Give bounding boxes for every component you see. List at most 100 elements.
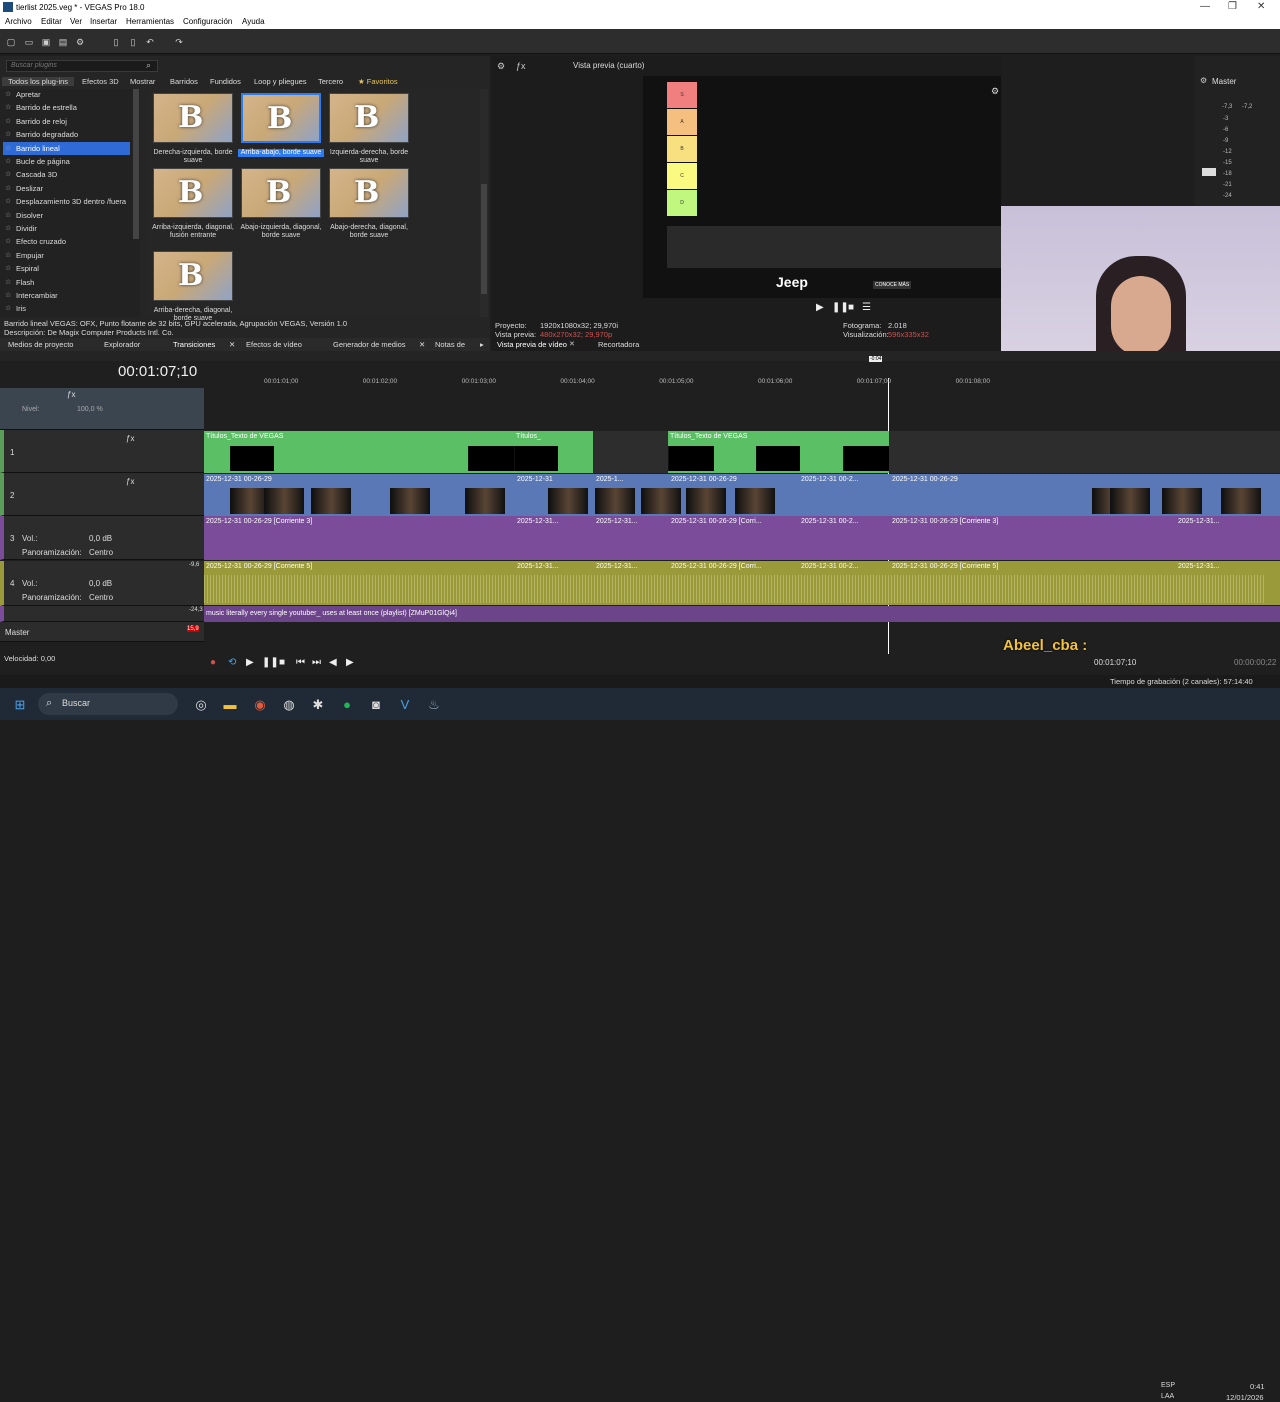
transition-preset-thumb[interactable]: B [241,93,321,143]
preview-quality-dropdown[interactable]: Vista previa (cuarto) [573,61,644,70]
plugin-item[interactable]: Flash [3,276,130,289]
transition-preset-thumb[interactable]: B [241,168,321,218]
tab-wipes[interactable]: Barridos [170,77,198,86]
plugin-item[interactable]: Apretar [3,88,130,101]
open-folder-icon[interactable]: ▭ [24,37,34,47]
video-clip-row[interactable]: 2025-12-31 00-26-29 2025-12-31 2025-1...… [204,474,1280,516]
spotify-icon[interactable]: ● [339,697,355,713]
tab-notes[interactable]: Notas de [435,340,465,349]
chrome-icon[interactable]: ◉ [252,697,268,713]
tab-favorites[interactable]: ★ Favoritos [358,77,398,86]
tab-trimmer[interactable]: Recortadora [598,340,639,349]
play-icon[interactable]: ▶ [246,657,254,668]
fx-icon[interactable]: ƒx [126,477,134,486]
maximize-button[interactable]: ❐ [1228,1,1237,12]
plugin-item[interactable]: Disolver [3,209,130,222]
tab-media-generator[interactable]: Generador de medios [333,340,406,349]
close-button[interactable]: ✕ [1257,1,1265,12]
fx-icon[interactable]: ƒx [126,434,134,443]
plugin-item[interactable]: Barrido lineal [3,141,130,155]
plugin-search-input[interactable]: Buscar plugins [6,60,158,72]
stop-icon[interactable]: ■ [279,657,285,668]
transition-preset-thumb[interactable]: B [153,93,233,143]
language-indicator[interactable]: ESP [1161,1382,1175,1389]
tab-transitions[interactable]: Transiciones [173,340,215,349]
menu-configuracion[interactable]: Configuración [183,17,232,26]
music-clip[interactable]: music literally every single youtuber_ u… [204,608,804,620]
plugin-item[interactable]: Bucle de página [3,155,130,168]
settings-icon[interactable]: ✱ [310,697,326,713]
windows-start-icon[interactable]: ⊞ [12,697,28,713]
tab-video-preview[interactable]: Vista previa de vídeo [497,340,567,349]
new-file-icon[interactable]: ▢ [6,37,16,47]
audio-clip-row-5[interactable]: 2025-12-31 00-26-29 [Corriente 5] 2025-1… [204,561,1280,605]
menu-lines-icon[interactable]: ☰ [862,302,871,313]
menu-insertar[interactable]: Insertar [90,17,117,26]
stop-button[interactable]: ■ [848,302,854,313]
app-icon[interactable]: ◎ [193,697,209,713]
tab-fades[interactable]: Fundidos [210,77,241,86]
discord-icon[interactable]: ◙ [368,697,384,713]
pause-button[interactable]: ❚❚ [832,302,849,313]
close-icon[interactable]: ✕ [569,340,575,348]
presets-scrollbar[interactable] [480,89,488,317]
preview-settings-icon[interactable]: ⚙ [497,61,505,72]
tab-scroll-right-icon[interactable]: ▸ [480,340,484,349]
plugin-item[interactable]: Cascada 3D [3,168,130,181]
play-button[interactable]: ▶ [816,302,824,313]
tab-3d-effects[interactable]: Efectos 3D [82,77,119,86]
save-icon[interactable]: ▣ [41,37,51,47]
menu-ayuda[interactable]: Ayuda [242,17,265,26]
redo-icon[interactable]: ↷ [174,37,184,47]
plugin-list-scrollbar[interactable] [133,89,139,239]
minimize-button[interactable]: — [1200,1,1210,12]
plugin-item[interactable]: Desplazamiento 3D dentro /fuera [3,195,130,208]
vegas-icon[interactable]: V [397,697,413,713]
plugin-item[interactable]: Espiral [3,262,130,275]
close-icon[interactable]: ✕ [229,340,235,349]
plugin-item[interactable]: Barrido de estrella [3,101,130,114]
plugin-item[interactable]: Intercambiar [3,289,130,302]
clock-date[interactable]: 12/01/2026 [1226,1393,1264,1402]
cut-icon[interactable]: ▯ [111,37,121,47]
clock-time[interactable]: 0:41 [1250,1382,1265,1391]
save-as-icon[interactable]: ▤ [58,37,68,47]
prev-frame-icon[interactable]: ◀ [329,657,337,668]
tab-video-effects[interactable]: Efectos de vídeo [246,340,302,349]
next-frame-icon[interactable]: ▶ [346,657,354,668]
plugin-item[interactable]: Empujar [3,249,130,262]
master-fader[interactable] [1202,168,1216,176]
tab-project-media[interactable]: Medios de proyecto [8,340,73,349]
plugin-item[interactable]: Barrido de reloj [3,115,130,128]
plugin-item[interactable]: Dividir [3,222,130,235]
tab-loops[interactable]: Loop y pliegues [254,77,307,86]
transition-preset-thumb[interactable]: B [329,93,409,143]
loop-icon[interactable]: ⟲ [228,657,236,668]
tab-third-party[interactable]: Tercero [318,77,343,86]
go-start-icon[interactable]: ⏮ [296,657,305,668]
search-icon[interactable]: ⌕ [146,60,151,71]
go-end-icon[interactable]: ⏭ [312,657,321,668]
record-icon[interactable]: ● [210,657,216,668]
menu-editar[interactable]: Editar [41,17,62,26]
file-explorer-icon[interactable]: ▬ [222,697,238,713]
tab-explorer[interactable]: Explorador [104,340,140,349]
preview-fx-icon[interactable]: ƒx [516,61,526,71]
menu-ver[interactable]: Ver [70,17,82,26]
steam-icon[interactable]: ♨ [426,697,442,713]
audio-clip-row-3[interactable]: 2025-12-31 00-26-29 [Corriente 3] 2025-1… [204,516,1280,560]
transition-preset-thumb[interactable]: B [153,168,233,218]
menu-archivo[interactable]: Archivo [5,17,32,26]
paste-icon[interactable]: ▯ [128,37,138,47]
taskbar-search[interactable]: Buscar [38,693,178,715]
tab-show[interactable]: Mostrar [130,77,155,86]
pause-icon[interactable]: ❚❚ [262,657,279,668]
title-clip[interactable]: Títulos_Texto de VEGAS [668,431,889,473]
plugin-item[interactable]: Deslizar [3,182,130,195]
close-icon[interactable]: ✕ [419,340,425,349]
master-gear-icon[interactable]: ⚙ [1200,76,1207,85]
plugin-item[interactable]: Efecto cruzado [3,235,130,248]
transition-preset-thumb[interactable]: B [329,168,409,218]
tab-all-plugins[interactable]: Todos los plug-ins [2,77,75,86]
transition-preset-thumb[interactable]: B [153,251,233,301]
